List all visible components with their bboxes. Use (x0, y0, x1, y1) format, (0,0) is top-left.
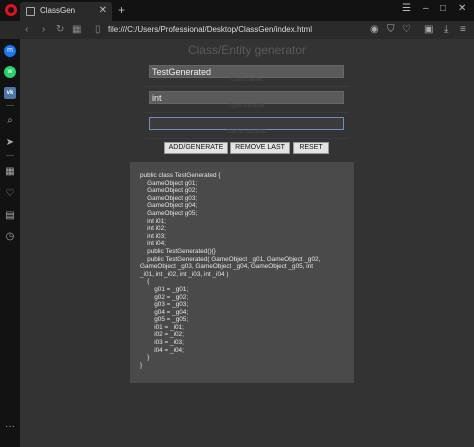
remove-last-button[interactable]: REMOVE LAST (230, 142, 290, 154)
more-icon[interactable]: ··· (4, 421, 16, 433)
send-icon[interactable]: ➤ (4, 137, 16, 149)
sidebar-divider (6, 155, 14, 156)
tab-classgen[interactable]: ClassGen ✕ (20, 2, 112, 21)
close-tab-icon[interactable]: ✕ (99, 5, 107, 17)
reload-icon[interactable]: ↻ (56, 23, 64, 37)
camera-icon[interactable]: ◉ (370, 24, 379, 36)
type-variable-hint: Type variable (228, 103, 265, 109)
page-info-icon: ▯ (95, 24, 101, 35)
sidebar: m w vk ⌕ ➤ ▦ ♡ ▤ ◷ ··· (0, 39, 20, 447)
menu-icon[interactable]: ≡ (460, 24, 466, 36)
address-field[interactable]: file:///C:/Users/Professional/Desktop/Cl… (108, 25, 312, 34)
download-icon[interactable]: ⤓ (444, 24, 448, 36)
opera-logo-icon[interactable] (5, 4, 17, 16)
bookmarks-heart-icon[interactable]: ♡ (4, 188, 16, 200)
vk-icon[interactable]: vk (4, 87, 16, 99)
extension-icon[interactable]: ▣ (424, 24, 433, 36)
page-icon (26, 7, 35, 16)
new-tab-button[interactable]: + (118, 3, 125, 17)
speed-dial-icon[interactable]: ▦ (4, 166, 16, 178)
speed-dial-grid-icon[interactable]: ▦ (72, 23, 81, 37)
messenger-icon[interactable]: m (4, 45, 16, 57)
web-page: Class/Entity generator Class name Type v… (20, 39, 474, 447)
tabs-menu-icon[interactable]: ☰ (402, 3, 411, 15)
tab-bar: ClassGen ✕ + ☰ – □ ✕ (0, 0, 474, 21)
reset-button[interactable]: RESET (293, 142, 329, 154)
history-icon[interactable]: ▤ (4, 210, 16, 222)
sidebar-divider (6, 105, 14, 106)
class-name-hint: Class name (230, 77, 263, 83)
search-icon[interactable]: ⌕ (4, 115, 16, 127)
address-bar: ‹ › ↻ ▦ ▯ file:///C:/Users/Professional/… (0, 21, 474, 39)
generated-code: public class TestGenerated { GameObject … (140, 172, 321, 369)
shield-icon[interactable]: ⛉ (387, 24, 395, 36)
forward-icon[interactable]: › (42, 23, 45, 37)
page-title: Class/Entity generator (187, 43, 307, 57)
whatsapp-icon[interactable]: w (4, 66, 16, 78)
add-generate-button[interactable]: ADD/GENERATE (164, 142, 228, 154)
maximize-icon[interactable]: □ (440, 3, 446, 15)
tab-title: ClassGen (40, 6, 76, 15)
back-icon[interactable]: ‹ (25, 23, 28, 37)
close-window-icon[interactable]: ✕ (458, 3, 466, 15)
clock-icon[interactable]: ◷ (4, 231, 16, 243)
generated-code-panel: public class TestGenerated { GameObject … (130, 162, 354, 383)
heart-icon[interactable]: ♡ (402, 24, 411, 36)
minimize-icon[interactable]: – (423, 3, 429, 15)
divider (145, 112, 349, 113)
divider (145, 86, 349, 87)
name-variable-hint: Name variable (227, 129, 266, 135)
divider (145, 138, 349, 139)
